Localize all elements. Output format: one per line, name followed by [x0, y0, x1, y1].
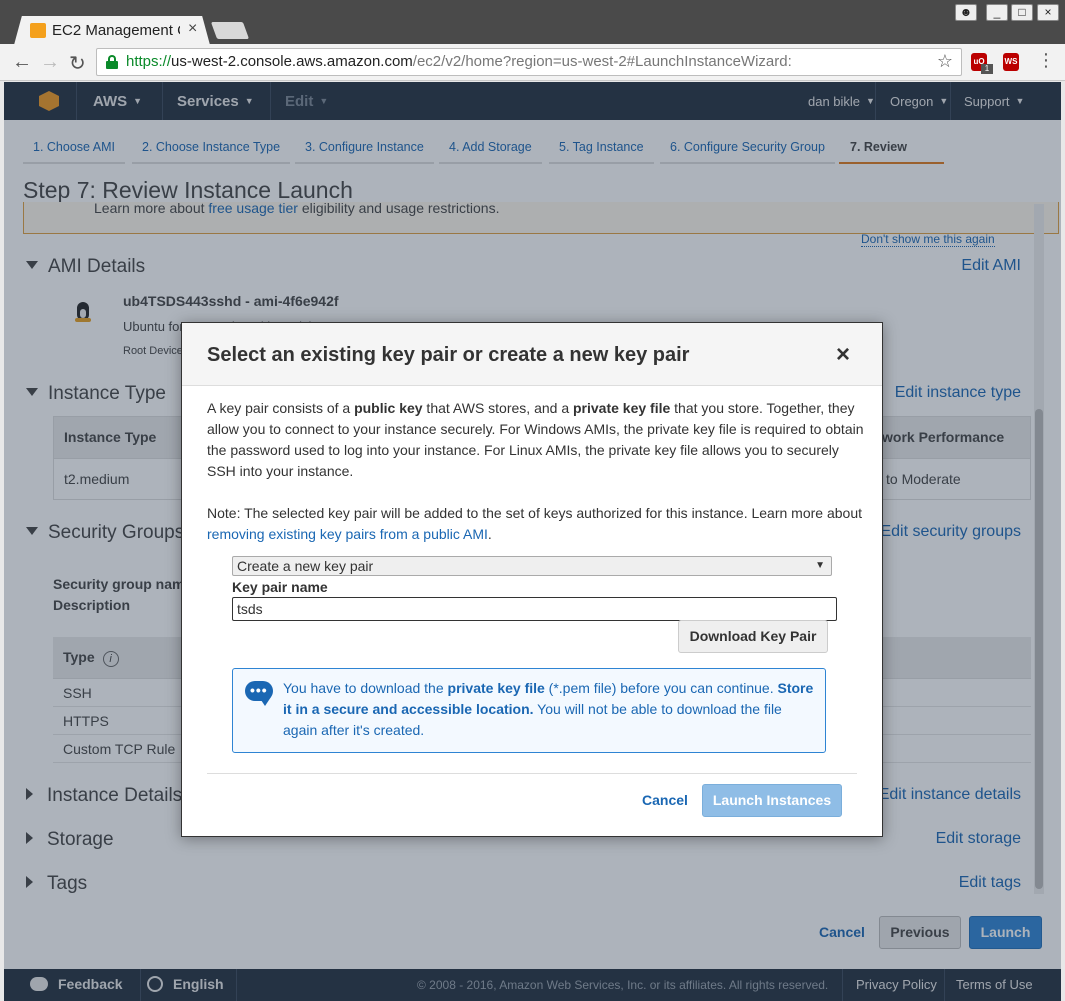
window-close-button[interactable]: ×	[1037, 4, 1059, 21]
aws-favicon-icon	[30, 23, 46, 38]
window-user-icon[interactable]: ☻	[955, 4, 977, 21]
browser-toolbar: ← → ↻ https://us-west-2.console.aws.amaz…	[0, 44, 1065, 81]
forward-arrow-icon[interactable]: →	[40, 51, 60, 74]
key-pair-name-label: Key pair name	[232, 579, 328, 595]
key-pair-explanation: A key pair consists of a public key that…	[207, 400, 864, 479]
removing-key-pairs-link[interactable]: removing existing key pairs from a publi…	[207, 526, 488, 542]
close-icon[interactable]: ×	[836, 341, 850, 369]
secure-lock-icon	[106, 55, 118, 69]
window-minimize-button[interactable]: _	[986, 4, 1008, 21]
dialog-title: Select an existing key pair or create a …	[207, 344, 690, 366]
back-arrow-icon[interactable]: ←	[12, 51, 32, 74]
key-pair-dialog: Select an existing key pair or create a …	[181, 322, 883, 837]
dropdown-arrow-icon: ▼	[815, 560, 825, 571]
key-pair-option-select[interactable]: Create a new key pair ▼	[232, 556, 832, 576]
download-warning-text: You have to download the private key fil…	[283, 680, 814, 738]
download-warning-box: ••• You have to download the private key…	[232, 668, 826, 753]
tab-close-icon[interactable]: ×	[188, 20, 197, 38]
speech-bubble-icon: •••	[245, 681, 273, 706]
aws-console-page: AWS ▼ Services ▼ Edit ▼ dan bikle ▼ Oregon ▼ …	[4, 82, 1061, 1001]
ublock-badge: 1	[981, 64, 993, 74]
key-pair-name-input[interactable]	[232, 597, 837, 621]
bookmark-star-icon[interactable]: ☆	[937, 51, 953, 72]
dialog-cancel-button[interactable]: Cancel	[642, 792, 688, 808]
tab-title: EC2 Management C	[52, 22, 180, 39]
key-pair-note: Note: The selected key pair will be adde…	[207, 505, 863, 542]
download-key-pair-button[interactable]: Download Key Pair	[678, 620, 828, 653]
new-tab-button[interactable]	[210, 22, 250, 39]
address-bar[interactable]: https://us-west-2.console.aws.amazon.com…	[96, 48, 962, 76]
url-text: https://us-west-2.console.aws.amazon.com…	[126, 53, 792, 70]
window-maximize-button[interactable]: □	[1011, 4, 1033, 21]
browser-menu-icon[interactable]: ⋮	[1037, 50, 1055, 71]
reload-icon[interactable]: ↻	[69, 51, 86, 76]
ws-shield-icon[interactable]: WS	[1003, 53, 1019, 71]
launch-instances-button[interactable]: Launch Instances	[702, 784, 842, 817]
browser-titlebar: EC2 Management C × ☻ _ □ ×	[0, 0, 1065, 45]
dialog-header: Select an existing key pair or create a …	[182, 323, 882, 386]
browser-tab-ec2[interactable]: EC2 Management C ×	[14, 16, 210, 45]
